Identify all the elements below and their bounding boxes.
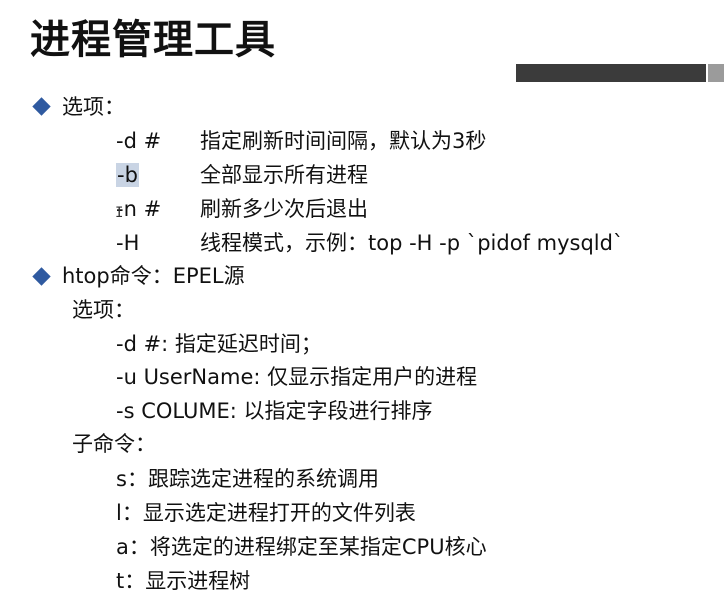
option-key: -H (116, 231, 140, 255)
htop-subcommand: a：将选定的进程绑定至某指定CPU核心 (116, 535, 487, 559)
htop-option: -s COLUME: 以指定字段进行排序 (116, 399, 433, 423)
option-desc: 全部显示所有进程 (200, 163, 368, 187)
subheading-options: 选项： (72, 298, 135, 322)
subheading-subcommands: 子命令： (72, 432, 156, 456)
htop-option: -d #: 指定延迟时间； (116, 332, 322, 356)
option-desc: 线程模式，示例：top -H -p `pidof mysqld` (200, 231, 624, 255)
bullet-diamond-icon (32, 97, 51, 116)
option-desc: 指定刷新时间间隔，默认为3秒 (200, 129, 487, 153)
title-decoration-bar (516, 64, 706, 82)
text-selection[interactable]: -b (116, 163, 139, 187)
option-desc: 刷新多少次后退出 (200, 197, 368, 221)
htop-subcommand: l：显示选定进程打开的文件列表 (116, 501, 416, 525)
bullet-diamond-icon (32, 267, 51, 286)
option-key: -d # (116, 129, 162, 153)
section-heading-options: 选项： (62, 95, 125, 119)
htop-subcommand: s：跟踪选定进程的系统调用 (116, 467, 379, 491)
htop-subcommand: t：显示进程树 (116, 569, 251, 593)
htop-option: -u UserName: 仅显示指定用户的进程 (116, 365, 478, 389)
slide-title: 进程管理工具 (30, 17, 276, 63)
section-heading-htop: htop命令：EPEL源 (62, 264, 245, 288)
title-decoration-bar-end (708, 64, 724, 82)
option-key-selected[interactable]: -b (116, 162, 139, 188)
text-cursor-icon: I (115, 205, 124, 221)
